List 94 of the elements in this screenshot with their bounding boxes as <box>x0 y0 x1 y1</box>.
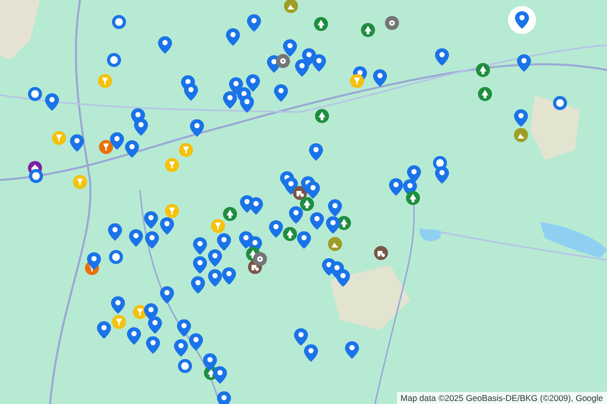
location-pin-icon[interactable] <box>160 286 174 304</box>
location-pin-icon[interactable] <box>249 197 263 215</box>
location-pin-icon[interactable] <box>144 211 158 229</box>
location-pin-icon[interactable] <box>312 54 326 72</box>
tractor-marker-icon[interactable] <box>374 246 388 260</box>
location-pin-icon[interactable] <box>294 328 308 346</box>
location-pin-icon[interactable] <box>373 69 387 87</box>
location-pin-icon[interactable] <box>177 319 191 337</box>
location-pin-icon[interactable] <box>217 233 231 251</box>
glass-marker-icon[interactable] <box>73 175 87 189</box>
stack-marker-icon[interactable] <box>276 54 290 68</box>
location-pin-icon[interactable] <box>87 252 101 270</box>
tree-marker-icon[interactable] <box>300 197 314 211</box>
location-pin-icon[interactable] <box>246 74 260 92</box>
location-pin-icon[interactable] <box>283 39 297 57</box>
ring-marker-icon[interactable] <box>107 53 121 67</box>
ring-marker-icon[interactable] <box>112 15 126 29</box>
tree-marker-icon[interactable] <box>314 17 328 31</box>
tree-marker-icon[interactable] <box>476 63 490 77</box>
location-pin-icon[interactable] <box>274 84 288 102</box>
location-pin-icon[interactable] <box>326 216 340 234</box>
ring-marker-icon[interactable] <box>109 250 123 264</box>
location-pin-icon[interactable] <box>328 199 342 217</box>
location-pin-icon[interactable] <box>190 119 204 137</box>
location-pin-icon[interactable] <box>129 229 143 247</box>
location-pin-icon[interactable] <box>193 256 207 274</box>
location-pin-icon[interactable] <box>146 336 160 354</box>
location-pin-icon[interactable] <box>389 178 403 196</box>
hiker-marker-icon[interactable] <box>328 237 342 251</box>
location-pin-icon[interactable] <box>160 217 174 235</box>
location-pin-icon[interactable] <box>345 341 359 359</box>
location-pin-icon[interactable] <box>247 14 261 32</box>
tree-marker-icon[interactable] <box>406 191 420 205</box>
glass-marker-icon[interactable] <box>52 131 66 145</box>
location-pin-icon[interactable] <box>70 134 84 152</box>
location-pin-icon[interactable] <box>174 339 188 357</box>
location-pin-icon[interactable] <box>217 391 231 404</box>
location-pin-icon[interactable] <box>222 267 236 285</box>
location-pin-icon[interactable] <box>297 231 311 249</box>
glass-marker-icon[interactable] <box>350 74 364 88</box>
tree-marker-icon[interactable] <box>315 109 329 123</box>
location-pin-icon[interactable] <box>134 118 148 136</box>
tree-marker-icon[interactable] <box>361 23 375 37</box>
location-pin-icon[interactable] <box>208 249 222 267</box>
stack-marker-icon[interactable] <box>385 16 399 30</box>
location-pin-icon[interactable] <box>158 36 172 54</box>
location-pin-icon[interactable] <box>226 28 240 46</box>
location-pin-icon[interactable] <box>189 333 203 351</box>
location-pin-icon[interactable] <box>240 95 254 113</box>
ring-marker-icon[interactable] <box>178 359 192 373</box>
location-pin-icon[interactable] <box>309 143 323 161</box>
hiker-marker-icon[interactable] <box>514 128 528 142</box>
stack-marker-icon[interactable] <box>253 252 267 266</box>
tree-marker-icon[interactable] <box>478 87 492 101</box>
location-pin-icon[interactable] <box>289 206 303 224</box>
hiker-marker-icon[interactable] <box>284 0 298 13</box>
location-pin-icon[interactable] <box>213 366 227 384</box>
location-pin-icon[interactable] <box>110 132 124 150</box>
location-pin-icon[interactable] <box>208 269 222 287</box>
location-pin-icon[interactable] <box>223 91 237 109</box>
location-pin-icon[interactable] <box>310 212 324 230</box>
location-pin-icon[interactable] <box>111 296 125 314</box>
location-pin-icon[interactable] <box>125 140 139 158</box>
location-pin-icon[interactable] <box>306 181 320 199</box>
location-pin-icon[interactable] <box>45 93 59 111</box>
location-pin-icon[interactable] <box>336 269 350 287</box>
glass-marker-icon[interactable] <box>98 74 112 88</box>
glass-marker-icon[interactable] <box>179 143 193 157</box>
location-pin-icon[interactable] <box>108 223 122 241</box>
tree-marker-icon[interactable] <box>223 207 237 221</box>
location-pin-icon[interactable] <box>203 353 217 371</box>
glass-marker-icon[interactable] <box>112 315 126 329</box>
location-pin-icon[interactable] <box>145 231 159 249</box>
map-attribution: Map data ©2025 GeoBasis-DE/BKG (©2009), Google <box>396 392 607 404</box>
location-pin-icon[interactable] <box>127 327 141 345</box>
ring-marker-icon[interactable] <box>553 96 567 110</box>
location-pin-icon[interactable] <box>193 237 207 255</box>
location-pin-icon[interactable] <box>97 321 111 339</box>
location-pin-icon[interactable] <box>304 344 318 362</box>
glass-marker-icon[interactable] <box>165 158 179 172</box>
glass-marker-icon[interactable] <box>165 204 179 218</box>
glass-marker-icon[interactable] <box>211 219 225 233</box>
location-pin-icon[interactable] <box>148 316 162 334</box>
ring-marker-icon[interactable] <box>28 87 42 101</box>
location-pin-icon[interactable] <box>184 83 198 101</box>
location-pin-icon[interactable] <box>191 276 205 294</box>
location-pin-icon[interactable] <box>517 54 531 72</box>
location-pin-icon[interactable] <box>435 166 449 184</box>
location-pin-icon[interactable] <box>269 220 283 238</box>
location-pin-icon[interactable] <box>514 109 528 127</box>
glass-marker-icon[interactable] <box>99 140 113 154</box>
location-pin-icon[interactable] <box>435 48 449 66</box>
tree-marker-icon[interactable] <box>283 227 297 241</box>
location-pin-icon[interactable] <box>508 6 536 34</box>
